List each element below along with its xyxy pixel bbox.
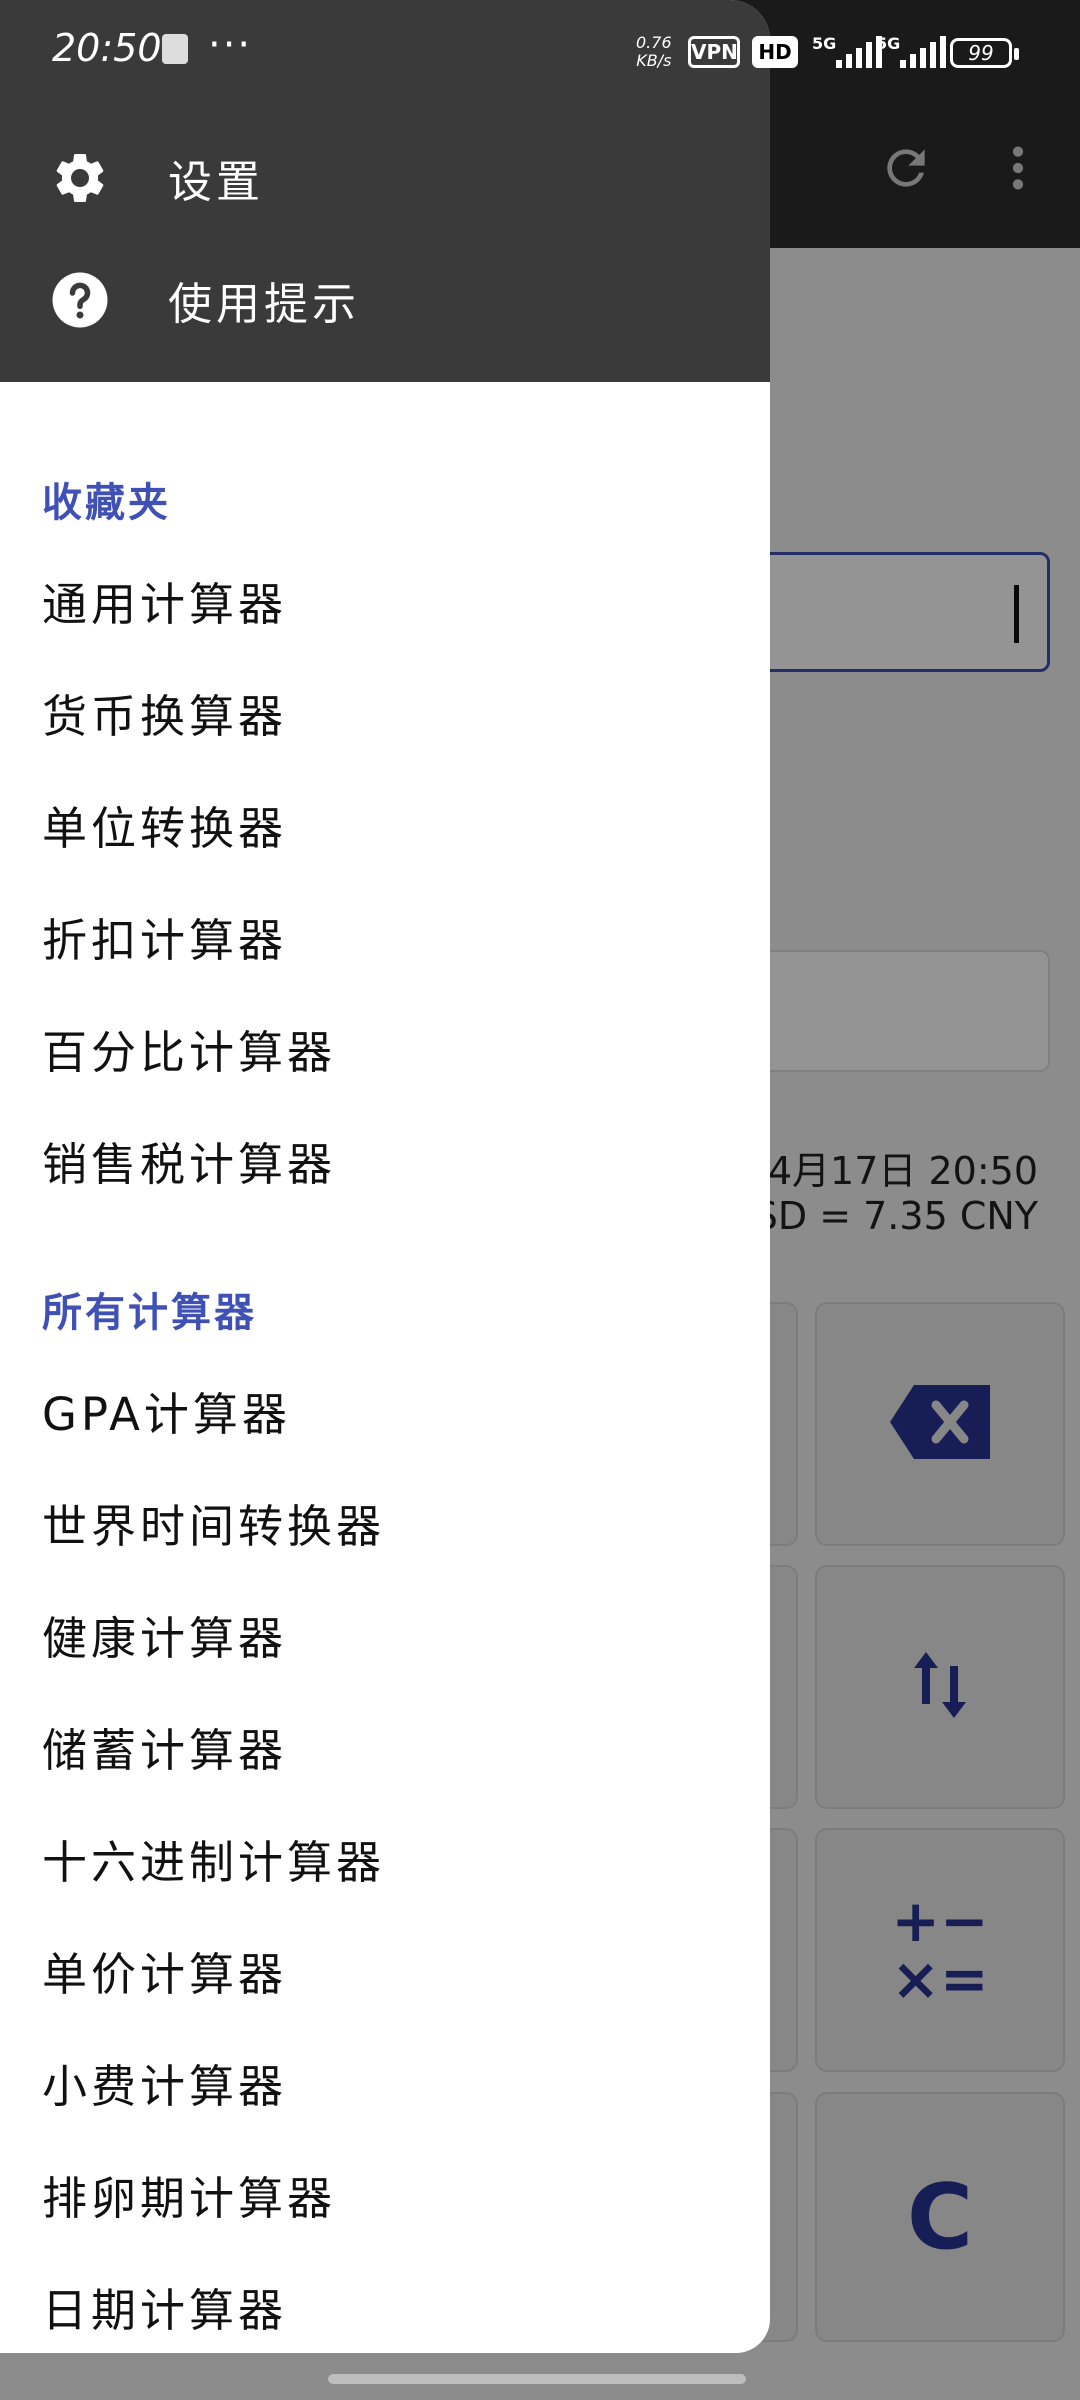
menu-item-discount-calculator[interactable]: 折扣计算器 bbox=[0, 886, 770, 986]
menu-item-hex-calculator[interactable]: 十六进制计算器 bbox=[0, 1808, 770, 1908]
network-speed: 0.76 KB/s bbox=[636, 34, 672, 70]
menu-item-label: 折扣计算器 bbox=[42, 913, 288, 967]
clock: 20:50 bbox=[52, 26, 162, 70]
menu-item-label: 销售税计算器 bbox=[42, 1137, 337, 1191]
menu-item-currency-converter[interactable]: 货币换算器 bbox=[0, 662, 770, 762]
settings-item[interactable]: 设置 bbox=[0, 118, 770, 238]
menu-item-gpa-calculator[interactable]: GPA计算器 bbox=[0, 1360, 770, 1460]
status-bar: 20:50 ··· 0.76 KB/s VPN HD 5G 5G 99 bbox=[0, 0, 1080, 94]
signal-2-label: 5G bbox=[876, 34, 901, 53]
vpn-icon: VPN bbox=[688, 36, 740, 68]
more-notifications-icon: ··· bbox=[208, 22, 253, 68]
menu-item-label: 单价计算器 bbox=[42, 1947, 288, 2001]
menu-item-label: 十六进制计算器 bbox=[42, 1835, 386, 1889]
help-icon bbox=[50, 270, 110, 330]
menu-item-health-calculator[interactable]: 健康计算器 bbox=[0, 1584, 770, 1684]
menu-item-label: 排卵期计算器 bbox=[42, 2171, 337, 2225]
signal-2-icon bbox=[900, 36, 946, 68]
hd-icon: HD bbox=[752, 36, 798, 68]
network-speed-unit: KB/s bbox=[636, 51, 672, 70]
menu-item-world-time-converter[interactable]: 世界时间转换器 bbox=[0, 1472, 770, 1572]
menu-item-unit-converter[interactable]: 单位转换器 bbox=[0, 774, 770, 874]
menu-item-unit-price-calculator[interactable]: 单价计算器 bbox=[0, 1920, 770, 2020]
menu-item-label: 储蓄计算器 bbox=[42, 1723, 288, 1777]
menu-item-sales-tax-calculator[interactable]: 销售税计算器 bbox=[0, 1110, 770, 1210]
menu-item-percentage-calculator[interactable]: 百分比计算器 bbox=[0, 998, 770, 1098]
home-indicator[interactable] bbox=[328, 2374, 746, 2384]
all-calculators-section-title: 所有计算器 bbox=[42, 1290, 257, 1336]
menu-item-label: GPA计算器 bbox=[42, 1387, 291, 1441]
menu-item-date-calculator[interactable]: 日期计算器 bbox=[0, 2256, 770, 2353]
settings-label: 设置 bbox=[168, 157, 264, 208]
menu-item-tip-calculator[interactable]: 小费计算器 bbox=[0, 2032, 770, 2132]
menu-item-label: 货币换算器 bbox=[42, 689, 288, 743]
battery-icon: 99 bbox=[950, 38, 1019, 68]
menu-item-label: 日期计算器 bbox=[42, 2283, 288, 2337]
menu-item-label: 小费计算器 bbox=[42, 2059, 288, 2113]
menu-item-general-calculator[interactable]: 通用计算器 bbox=[0, 550, 770, 650]
gear-icon bbox=[50, 148, 110, 208]
menu-item-ovulation-calculator[interactable]: 排卵期计算器 bbox=[0, 2144, 770, 2244]
menu-item-label: 通用计算器 bbox=[42, 577, 288, 631]
help-item[interactable]: 使用提示 bbox=[0, 240, 770, 360]
menu-item-label: 世界时间转换器 bbox=[42, 1499, 386, 1553]
navigation-drawer: 设置 使用提示 收藏夹 通用计算器 货币换算器 单位转换器 折扣计算器 百分比计… bbox=[0, 0, 770, 2353]
menu-item-savings-calculator[interactable]: 储蓄计算器 bbox=[0, 1696, 770, 1796]
menu-item-label: 百分比计算器 bbox=[42, 1025, 337, 1079]
signal-1-label: 5G bbox=[812, 34, 837, 53]
menu-item-label: 健康计算器 bbox=[42, 1611, 288, 1665]
notification-icon bbox=[162, 34, 188, 64]
help-label: 使用提示 bbox=[168, 279, 360, 330]
menu-item-label: 单位转换器 bbox=[42, 801, 288, 855]
favorites-section-title: 收藏夹 bbox=[42, 480, 171, 526]
network-speed-value: 0.76 bbox=[636, 33, 672, 52]
